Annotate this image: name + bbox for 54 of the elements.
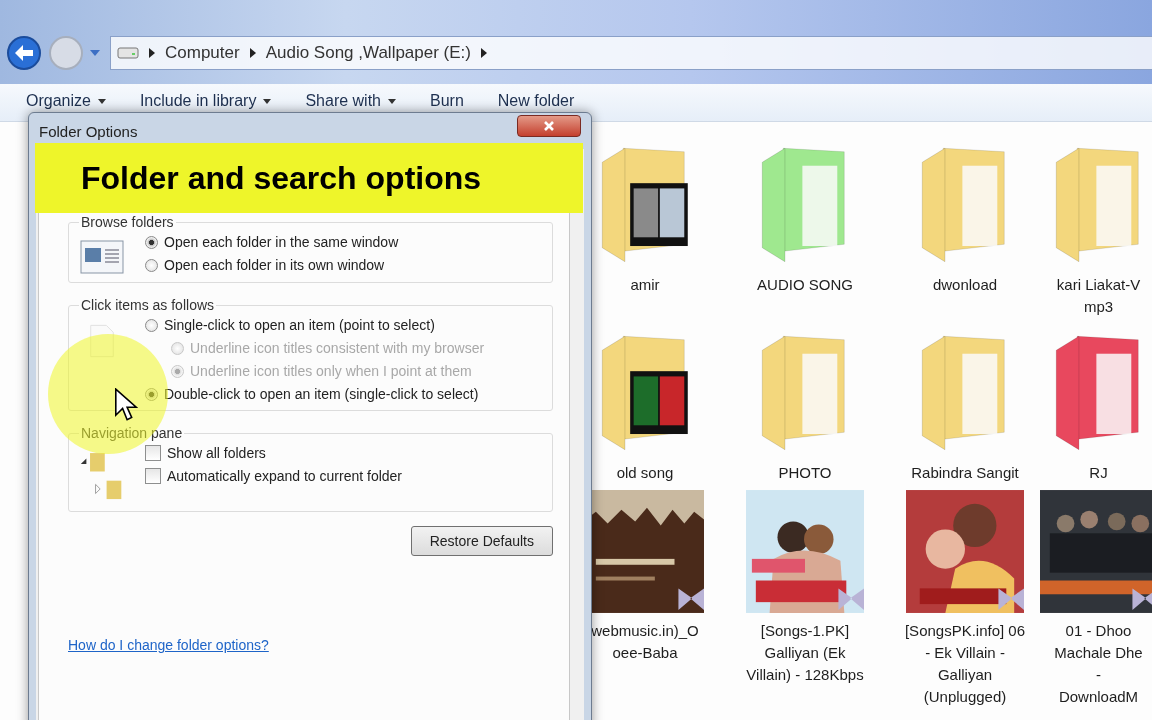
toolbar-button[interactable]: Burn	[430, 92, 464, 110]
close-icon	[543, 120, 555, 132]
restore-defaults-button[interactable]: Restore Defaults	[410, 526, 553, 556]
toolbar-button[interactable]: Organize	[26, 92, 106, 110]
option-label[interactable]: Automatically expand to current folder	[167, 468, 402, 484]
group-label: Navigation pane	[80, 425, 184, 441]
radio-button[interactable]	[145, 387, 158, 401]
window-title: Folder Options	[39, 122, 138, 140]
option-label[interactable]: Open each folder in the same window	[164, 234, 399, 250]
option-label[interactable]: Open each folder in its own window	[164, 257, 385, 273]
breadcrumb[interactable]: Computer	[165, 43, 240, 63]
group-label: Browse folders	[80, 214, 175, 230]
caret-icon	[388, 98, 396, 104]
file-name[interactable]: Rabindra Sangit	[911, 460, 1019, 484]
file-name[interactable]: 01 - Dhoo Machale Dhe - DownloadM	[1054, 618, 1143, 708]
file-name[interactable]: kari Liakat-V mp3	[1056, 272, 1141, 318]
radio-button[interactable]	[145, 258, 158, 272]
document-icon	[89, 323, 115, 359]
caret-icon	[97, 98, 106, 104]
breadcrumb-arrow-icon[interactable]	[149, 48, 155, 58]
window-layout-icon	[80, 240, 124, 274]
address-field[interactable]: Computer Audio Song ,Wallpaper (E:)	[110, 36, 1152, 70]
breadcrumb-arrow-icon[interactable]	[481, 48, 487, 58]
option-label[interactable]: Show all folders	[167, 445, 266, 461]
radio-button[interactable]	[145, 235, 158, 249]
history-dropdown-icon[interactable]	[90, 50, 100, 56]
toolbar-button[interactable]: Share with	[305, 92, 396, 110]
file-name[interactable]: [SongsPK.info] 06 - Ek Villain - Galliyan (Unplugged)	[904, 618, 1026, 708]
caption: Folder and search options	[81, 159, 482, 197]
radio-button[interactable]	[145, 318, 158, 332]
file-name[interactable]: PHOTO	[778, 460, 832, 484]
file-name[interactable]: [Songs-1.PK] Galliyan (Ek Villain) - 128Kbps	[746, 618, 864, 686]
close-button[interactable]	[517, 115, 581, 137]
breadcrumb-arrow-icon[interactable]	[249, 48, 256, 58]
breadcrumb[interactable]: Audio Song ,Wallpaper (E:)	[265, 43, 471, 63]
file-name[interactable]: RJ	[1089, 460, 1108, 484]
file-name[interactable]: dwonload	[932, 272, 998, 296]
checkbox[interactable]	[145, 445, 161, 461]
help-link[interactable]: How do I change folder options?	[68, 637, 269, 653]
cursor-icon	[114, 388, 138, 422]
option-label[interactable]: Single-click to open an item (point to select)	[164, 317, 435, 333]
checkbox[interactable]	[145, 468, 161, 484]
toolbar-button[interactable]: Include in library	[139, 92, 272, 110]
file-name[interactable]: amir	[630, 272, 660, 296]
group-label: Click items as follows	[80, 297, 216, 313]
file-name[interactable]: old song	[616, 460, 674, 484]
file-name[interactable]: AUDIO SONG	[757, 272, 853, 296]
forward-button[interactable]	[48, 35, 84, 71]
back-button[interactable]	[6, 35, 42, 71]
file-name[interactable]: webmusic.in)_O oee-Baba	[591, 618, 699, 664]
option-label[interactable]: Double-click to open an item (single-click to select)	[164, 386, 479, 402]
caret-icon	[263, 98, 272, 104]
toolbar-button[interactable]: New folder	[497, 92, 575, 110]
drive-icon	[117, 47, 139, 59]
